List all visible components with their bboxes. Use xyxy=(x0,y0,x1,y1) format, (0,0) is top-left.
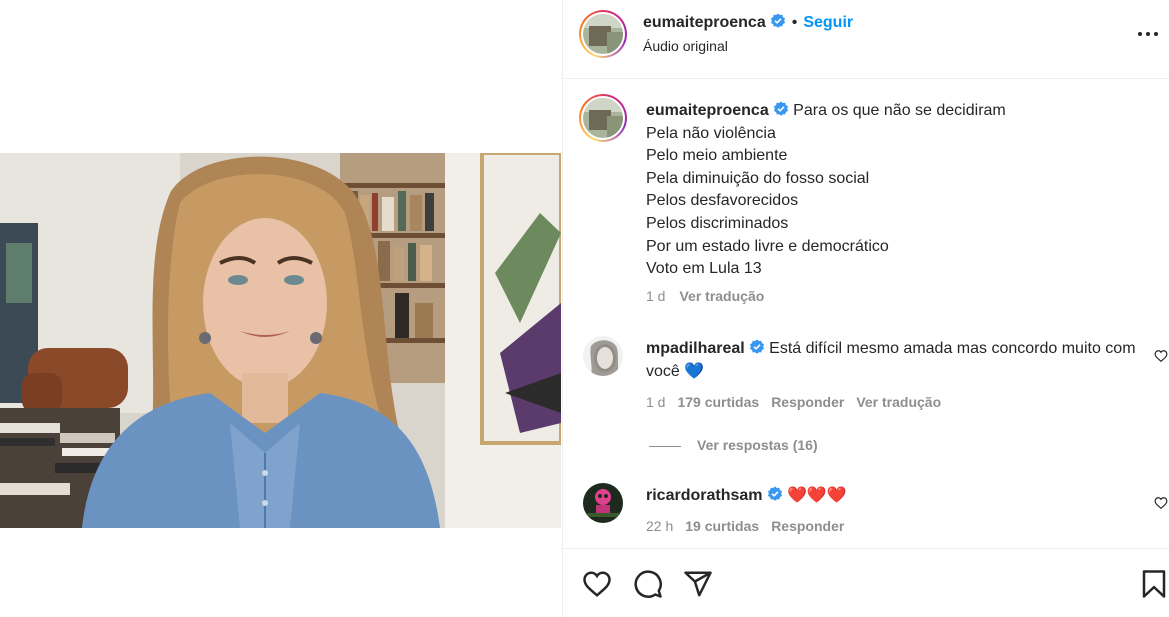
original-audio-link[interactable]: Áudio original xyxy=(643,38,728,54)
comment-likes-count[interactable]: 19 curtidas xyxy=(685,518,759,534)
bookmark-icon[interactable] xyxy=(1139,569,1169,599)
comment-likes-count[interactable]: 179 curtidas xyxy=(677,394,759,410)
comment-avatar[interactable] xyxy=(583,483,623,523)
comment-avatar[interactable] xyxy=(583,336,623,376)
comment-author-username[interactable]: mpadilhareal xyxy=(646,340,745,357)
comment-like-heart-icon[interactable] xyxy=(1154,496,1168,510)
caption-line: Pelos discriminados xyxy=(646,214,789,232)
replies-divider-line xyxy=(649,445,681,447)
caption-timestamp[interactable]: 1 d xyxy=(646,288,665,304)
more-options-icon[interactable] xyxy=(1134,22,1162,46)
video-frame xyxy=(0,153,561,528)
comment-like-heart-icon[interactable] xyxy=(1154,349,1168,363)
caption-first-line: Para os que não se decidiram xyxy=(793,102,1006,119)
comment-meta: 22 h 19 curtidas Responder xyxy=(646,518,856,534)
caption-meta: 1 d Ver tradução xyxy=(646,288,778,304)
verified-badge-icon xyxy=(770,13,785,28)
heart-icon[interactable] xyxy=(582,569,612,599)
verified-badge-icon xyxy=(773,101,788,116)
post-header: eumaiteproenca • Seguir Áudio original xyxy=(563,0,1169,79)
comment-translate-link[interactable]: Ver tradução xyxy=(856,394,941,410)
comment-author-username[interactable]: ricardorathsam xyxy=(646,487,763,504)
author-username-link[interactable]: eumaiteproenca xyxy=(643,14,766,31)
view-replies-label: Ver respostas (16) xyxy=(697,437,818,453)
caption-author-avatar[interactable] xyxy=(579,94,627,142)
view-replies-button[interactable]: Ver respostas (16) xyxy=(649,437,818,453)
caption-line: Pelos desfavorecidos xyxy=(646,192,799,210)
post-action-bar xyxy=(563,548,1169,617)
comment-reply-button[interactable]: Responder xyxy=(771,518,844,534)
post-side-panel: eumaiteproenca • Seguir Áudio original eum… xyxy=(562,0,1169,617)
media-pane xyxy=(0,0,561,617)
follow-button[interactable]: Seguir xyxy=(803,14,853,31)
share-icon[interactable] xyxy=(683,569,713,599)
video-player[interactable] xyxy=(0,153,561,528)
caption-avatar-image xyxy=(583,98,623,138)
caption-line: Por um estado livre e democrático xyxy=(646,237,889,255)
separator-dot: • xyxy=(791,14,798,31)
blue-heart-emoji: 💙 xyxy=(684,363,705,380)
caption-line: Voto em Lula 13 xyxy=(646,260,762,278)
red-hearts-emoji: ❤️❤️❤️ xyxy=(786,487,847,504)
caption-text: eumaiteproenca Para os que não se decidi… xyxy=(646,100,1146,281)
comment-meta: 1 d 179 curtidas Responder Ver tradução xyxy=(646,394,953,410)
comment-timestamp[interactable]: 1 d xyxy=(646,394,665,410)
caption-translate-link[interactable]: Ver tradução xyxy=(679,288,764,304)
comment-text: ricardorathsam ❤️❤️❤️ xyxy=(646,484,1146,507)
author-avatar-image xyxy=(583,14,623,54)
verified-badge-icon xyxy=(767,486,782,501)
caption-line: Pelo meio ambiente xyxy=(646,147,788,165)
caption-line: Pela diminuição do fosso social xyxy=(646,169,870,187)
comment-timestamp[interactable]: 22 h xyxy=(646,518,673,534)
author-avatar[interactable] xyxy=(579,10,627,58)
verified-badge-icon xyxy=(749,339,764,354)
comment-avatar-image xyxy=(583,336,623,376)
caption-author-username[interactable]: eumaiteproenca xyxy=(646,102,769,119)
comment-icon[interactable] xyxy=(633,569,663,599)
caption-line: Pela não violência xyxy=(646,124,776,142)
comment-avatar-image xyxy=(583,483,623,523)
comment-text: mpadilhareal Está difícil mesmo amada ma… xyxy=(646,337,1146,383)
comment-reply-button[interactable]: Responder xyxy=(771,394,844,410)
